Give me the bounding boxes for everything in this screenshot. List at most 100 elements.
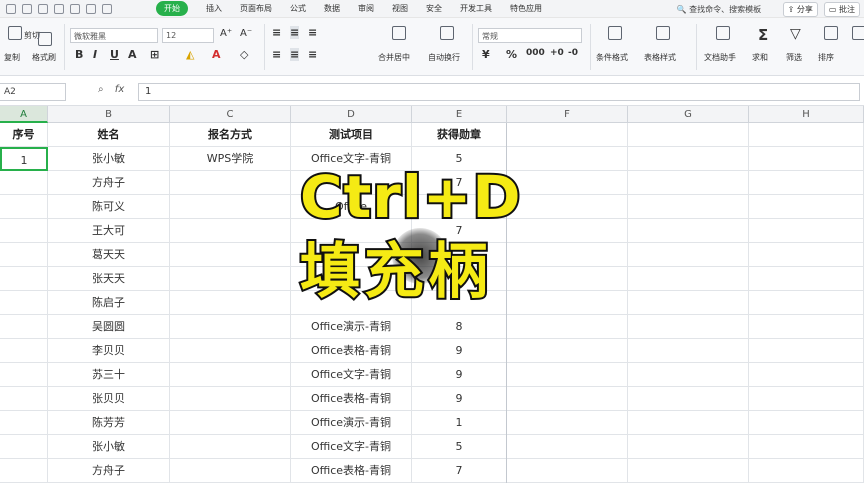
copy-button[interactable]: 复制: [4, 52, 20, 63]
empty-cell[interactable]: [749, 459, 864, 483]
cell-medals[interactable]: 5: [412, 435, 507, 459]
cell-signup[interactable]: [170, 171, 291, 195]
header-signup[interactable]: 报名方式: [170, 123, 291, 147]
empty-cell[interactable]: [507, 363, 628, 387]
empty-cell[interactable]: [628, 363, 749, 387]
name-box[interactable]: A2: [0, 83, 66, 101]
format-painter-button[interactable]: 格式刷: [32, 52, 56, 63]
font-size-select[interactable]: 12: [162, 28, 214, 43]
header-medals[interactable]: 获得勋章: [412, 123, 507, 147]
empty-cell[interactable]: [628, 243, 749, 267]
preview-icon[interactable]: [70, 3, 80, 14]
underline-icon[interactable]: U: [110, 48, 119, 61]
cell-name[interactable]: 陈可义: [48, 195, 170, 219]
empty-cell[interactable]: [507, 339, 628, 363]
cell-seq[interactable]: [0, 387, 48, 411]
wrap-text-icon[interactable]: [440, 26, 454, 40]
empty-cell[interactable]: [628, 459, 749, 483]
sort-icon[interactable]: [824, 26, 838, 40]
tab-review[interactable]: 审阅: [358, 3, 374, 14]
table-style-button[interactable]: 表格样式: [644, 52, 676, 63]
empty-cell[interactable]: [628, 291, 749, 315]
empty-cell[interactable]: [749, 243, 864, 267]
cell-test-item[interactable]: Office演示-青铜: [291, 315, 412, 339]
cell-medals[interactable]: 9: [412, 387, 507, 411]
empty-cell[interactable]: [749, 339, 864, 363]
empty-cell[interactable]: [628, 411, 749, 435]
cell-signup[interactable]: [170, 339, 291, 363]
empty-cell[interactable]: [628, 195, 749, 219]
cell-seq[interactable]: [0, 267, 48, 291]
strikethrough-icon[interactable]: A: [128, 48, 137, 61]
empty-cell[interactable]: [749, 435, 864, 459]
wrap-text-button[interactable]: 自动换行: [428, 52, 460, 63]
cell-name[interactable]: 李贝贝: [48, 339, 170, 363]
column-header-b[interactable]: B: [48, 106, 170, 123]
comment-button[interactable]: ▭ 批注: [823, 2, 860, 17]
empty-cell[interactable]: [628, 147, 749, 171]
cell-signup[interactable]: [170, 363, 291, 387]
empty-cell[interactable]: [749, 267, 864, 291]
empty-cell[interactable]: [507, 387, 628, 411]
align-top-icon[interactable]: ≡: [272, 26, 281, 39]
tab-view[interactable]: 视图: [392, 3, 408, 14]
align-right-icon[interactable]: ≡: [308, 48, 317, 61]
cell-signup[interactable]: [170, 267, 291, 291]
cell-name[interactable]: 张小敏: [48, 435, 170, 459]
cell-signup[interactable]: [170, 291, 291, 315]
column-header-e[interactable]: E: [412, 106, 507, 123]
align-bottom-icon[interactable]: ≡: [308, 26, 317, 39]
undo-icon[interactable]: [86, 3, 96, 14]
empty-cell[interactable]: [507, 435, 628, 459]
increase-decimal-icon[interactable]: +0: [550, 48, 564, 58]
empty-cell[interactable]: [749, 195, 864, 219]
column-header-h[interactable]: H: [749, 106, 864, 123]
cell-seq[interactable]: [0, 291, 48, 315]
font-color-icon[interactable]: A: [212, 48, 221, 61]
empty-cell[interactable]: [507, 411, 628, 435]
cell-seq[interactable]: [0, 195, 48, 219]
empty-cell[interactable]: [749, 147, 864, 171]
tab-security[interactable]: 安全: [426, 3, 442, 14]
fx-icon[interactable]: fx: [115, 84, 124, 95]
merge-center-button[interactable]: 合并居中: [378, 52, 410, 63]
number-format-select[interactable]: 常规: [478, 28, 582, 43]
filter-button[interactable]: 筛选: [786, 52, 802, 63]
cell-name[interactable]: 葛天天: [48, 243, 170, 267]
cell-seq[interactable]: [0, 315, 48, 339]
empty-cell[interactable]: [749, 315, 864, 339]
cell-medals[interactable]: 7: [412, 459, 507, 483]
cell-seq[interactable]: [0, 363, 48, 387]
command-search[interactable]: 🔍 查找命令、搜索模板: [677, 4, 777, 15]
empty-cell[interactable]: [749, 387, 864, 411]
tab-page-layout[interactable]: 页面布局: [240, 3, 272, 14]
column-header-g[interactable]: G: [628, 106, 749, 123]
cell-signup[interactable]: [170, 243, 291, 267]
zoom-icon[interactable]: ⌕: [98, 84, 104, 95]
align-center-icon[interactable]: ≡: [290, 48, 300, 61]
empty-cell[interactable]: [749, 123, 864, 147]
empty-cell[interactable]: [628, 171, 749, 195]
sort-button[interactable]: 排序: [818, 52, 834, 63]
cell-name[interactable]: 张贝贝: [48, 387, 170, 411]
bold-icon[interactable]: B: [75, 48, 83, 61]
cell-name[interactable]: 方舟子: [48, 171, 170, 195]
cell-name[interactable]: 张小敏: [48, 147, 170, 171]
column-header-a[interactable]: A: [0, 106, 48, 123]
cell-medals[interactable]: 8: [412, 315, 507, 339]
empty-cell[interactable]: [628, 267, 749, 291]
align-left-icon[interactable]: ≡: [272, 48, 281, 61]
cell-name[interactable]: 陈启子: [48, 291, 170, 315]
empty-cell[interactable]: [628, 219, 749, 243]
cell-test-item[interactable]: Office文字-青铜: [291, 363, 412, 387]
cell-name[interactable]: 苏三十: [48, 363, 170, 387]
cell-signup[interactable]: [170, 315, 291, 339]
cell-signup[interactable]: [170, 435, 291, 459]
tab-home[interactable]: 开始: [156, 1, 188, 16]
tab-data[interactable]: 数据: [324, 3, 340, 14]
cell-signup[interactable]: WPS学院: [170, 147, 291, 171]
tab-special-apps[interactable]: 特色应用: [510, 3, 542, 14]
empty-cell[interactable]: [628, 435, 749, 459]
cell-medals[interactable]: 9: [412, 363, 507, 387]
sum-button[interactable]: 求和: [752, 52, 768, 63]
